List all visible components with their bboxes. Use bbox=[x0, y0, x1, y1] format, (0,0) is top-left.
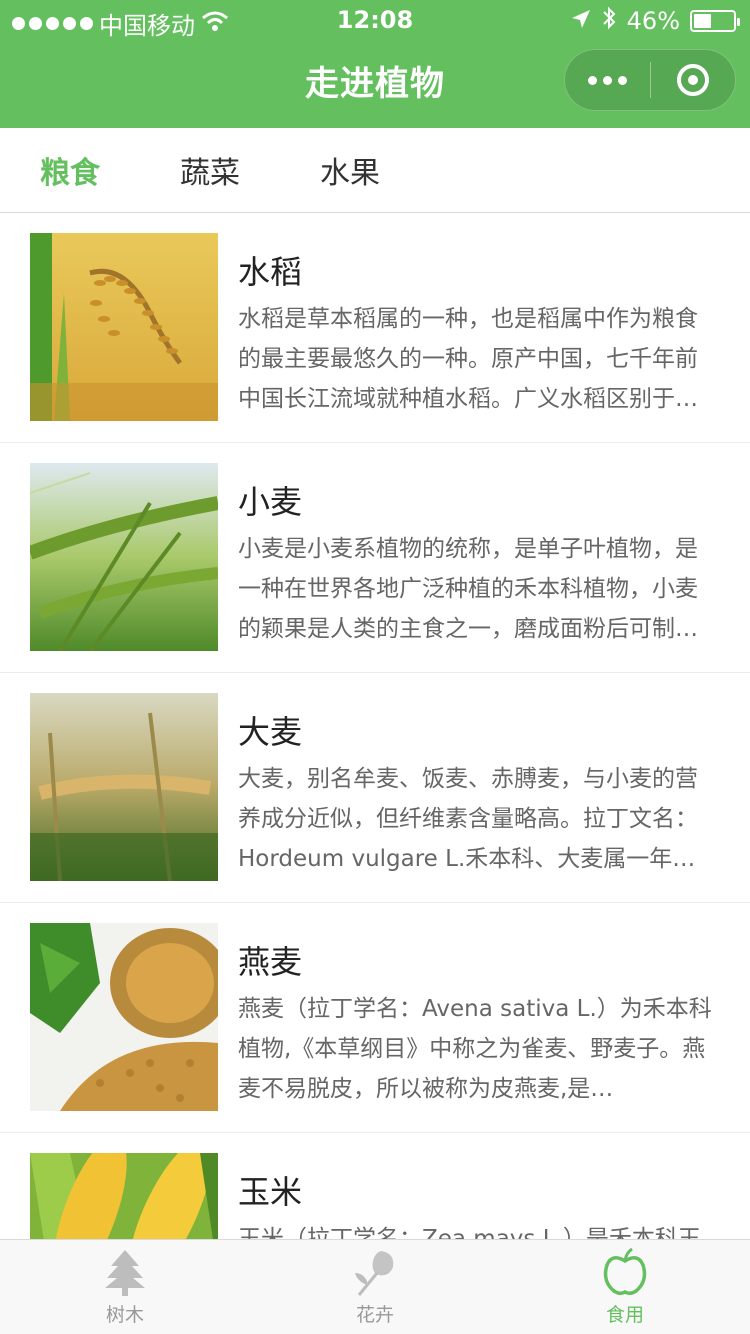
tabbar-item-flowers[interactable]: 花卉 bbox=[250, 1246, 500, 1327]
bluetooth-icon bbox=[601, 6, 617, 36]
status-bar: 中国移动 12:08 46% bbox=[0, 0, 750, 40]
more-menu-button[interactable] bbox=[565, 49, 650, 111]
plant-list: 水稻 水稻是草本稻属的一种，也是稻属中作为粮食的最主要最悠久的一种。原产中国，七… bbox=[0, 213, 750, 1239]
flower-icon bbox=[250, 1246, 500, 1298]
list-item[interactable]: 燕麦 燕麦（拉丁学名：Avena sativa L.）为禾本科植物,《本草纲目》… bbox=[0, 903, 750, 1133]
item-description: 水稻是草本稻属的一种，也是稻属中作为粮食的最主要最悠久的一种。原产中国，七千年前… bbox=[238, 306, 698, 412]
battery-icon bbox=[690, 10, 740, 32]
item-title: 玉米 bbox=[238, 1173, 303, 1211]
category-tabs: 粮食 蔬菜 水果 bbox=[0, 128, 750, 213]
location-arrow-icon bbox=[571, 7, 591, 35]
rice-photo bbox=[30, 233, 218, 421]
item-description: 小麦是小麦系植物的统称，是单子叶植物，是一种在世界各地广泛种植的禾本科植物，小麦… bbox=[238, 536, 698, 642]
tabbar-item-trees[interactable]: 树木 bbox=[0, 1246, 250, 1327]
list-item[interactable]: 大麦 大麦，别名牟麦、饭麦、赤膊麦，与小麦的营养成分近似，但纤维素含量略高。拉丁… bbox=[0, 673, 750, 903]
mini-program-capsule bbox=[564, 49, 736, 111]
bottom-tab-bar: 树木 花卉 食用 bbox=[0, 1239, 750, 1334]
tab-vegetables[interactable]: 蔬菜 bbox=[180, 148, 240, 192]
item-title: 水稻 bbox=[238, 253, 303, 291]
battery-percent: 46% bbox=[626, 7, 680, 35]
barley-photo bbox=[30, 693, 218, 881]
list-item[interactable]: 小麦 小麦是小麦系植物的统称，是单子叶植物，是一种在世界各地广泛种植的禾本科植物… bbox=[0, 443, 750, 673]
corn-photo bbox=[30, 1153, 218, 1239]
list-item[interactable]: 水稻 水稻是草本稻属的一种，也是稻属中作为粮食的最主要最悠久的一种。原产中国，七… bbox=[0, 213, 750, 443]
oats-photo bbox=[30, 923, 218, 1111]
tabbar-label: 花卉 bbox=[355, 1304, 394, 1326]
tabbar-label: 树木 bbox=[105, 1304, 144, 1326]
top-bar: 中国移动 12:08 46% 走进植物 bbox=[0, 0, 750, 128]
list-item[interactable]: 玉米 玉米（拉丁学名：Zea mays L.）是禾本科玉米属一年生草本植物… bbox=[0, 1133, 750, 1239]
item-title: 大麦 bbox=[238, 713, 303, 751]
tabbar-item-edible[interactable]: 食用 bbox=[500, 1246, 750, 1327]
apple-icon bbox=[500, 1246, 750, 1298]
item-title: 小麦 bbox=[238, 483, 303, 521]
tabbar-label: 食用 bbox=[605, 1304, 644, 1326]
item-title: 燕麦 bbox=[238, 943, 303, 981]
wheat-photo bbox=[30, 463, 218, 651]
tab-fruits[interactable]: 水果 bbox=[320, 148, 380, 192]
item-description: 玉米（拉丁学名：Zea mays L.）是禾本科玉米属一年生草本植物… bbox=[238, 1226, 701, 1239]
item-description: 大麦，别名牟麦、饭麦、赤膊麦，与小麦的营养成分近似，但纤维素含量略高。拉丁文名：… bbox=[238, 766, 698, 872]
tree-icon bbox=[0, 1246, 250, 1298]
target-icon bbox=[676, 64, 709, 96]
battery-fill bbox=[694, 14, 711, 28]
close-mini-program-button[interactable] bbox=[651, 49, 735, 111]
tab-grain[interactable]: 粮食 bbox=[40, 148, 100, 192]
item-description: 燕麦（拉丁学名：Avena sativa L.）为禾本科植物,《本草纲目》中称之… bbox=[238, 996, 712, 1102]
